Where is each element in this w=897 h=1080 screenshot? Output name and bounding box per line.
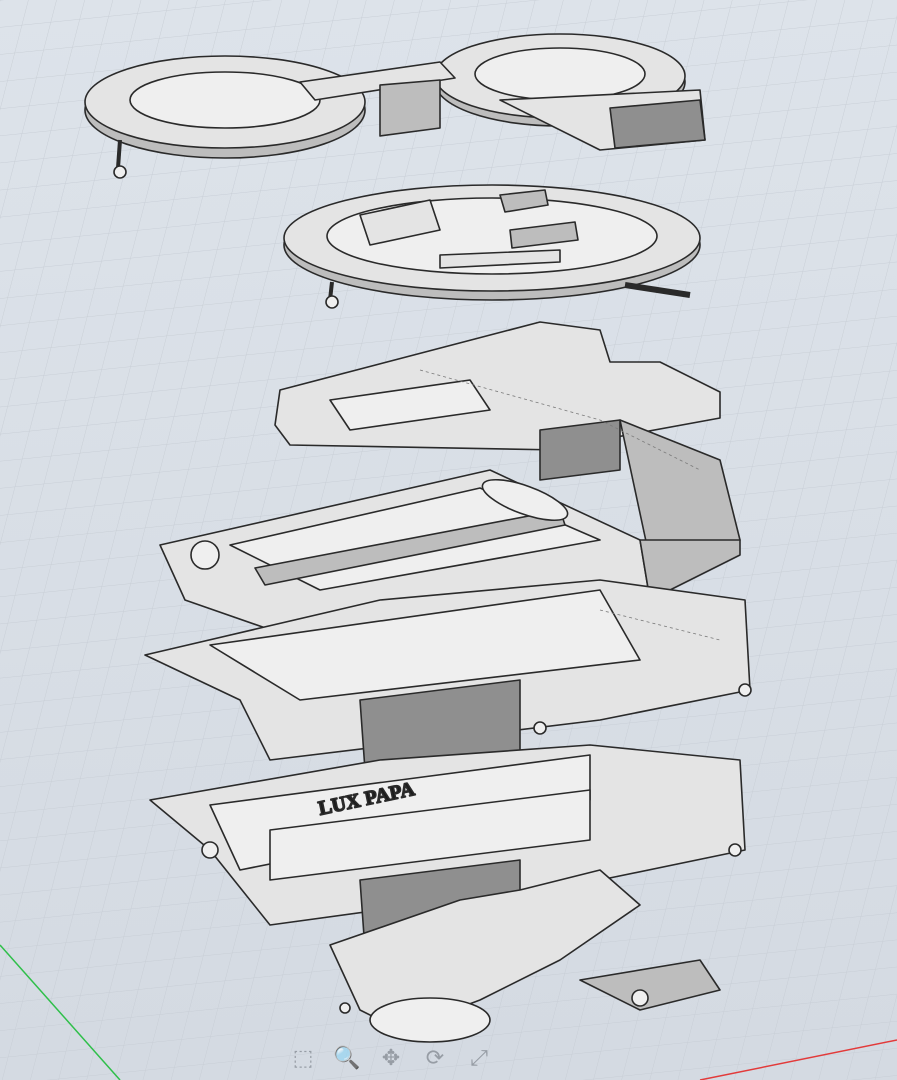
magnifier-icon: 🔍: [333, 1045, 361, 1070]
pan-arrows-icon: ✥: [381, 1045, 401, 1070]
buckle-assembly: LUX PAPA: [84, 33, 752, 1043]
zoom-button[interactable]: 🔍: [332, 1043, 362, 1073]
zoom-extents-button[interactable]: ⤢: [464, 1043, 494, 1073]
double-ring-logo-part: [84, 33, 706, 179]
navigation-toolbar: ⬚ 🔍 ✥ ⟳ ⤢: [288, 1040, 508, 1076]
interlocking-ring-part: [283, 184, 701, 309]
zoom-window-button[interactable]: ⬚: [288, 1043, 318, 1073]
rotate-icon: ⟳: [425, 1045, 445, 1070]
3d-viewport[interactable]: LUX PAPA: [0, 0, 897, 1080]
zoom-window-icon: ⬚: [292, 1045, 314, 1070]
rotate-button[interactable]: ⟳: [420, 1043, 450, 1073]
pan-button[interactable]: ✥: [376, 1043, 406, 1073]
zoom-extents-icon: ⤢: [470, 1045, 488, 1070]
